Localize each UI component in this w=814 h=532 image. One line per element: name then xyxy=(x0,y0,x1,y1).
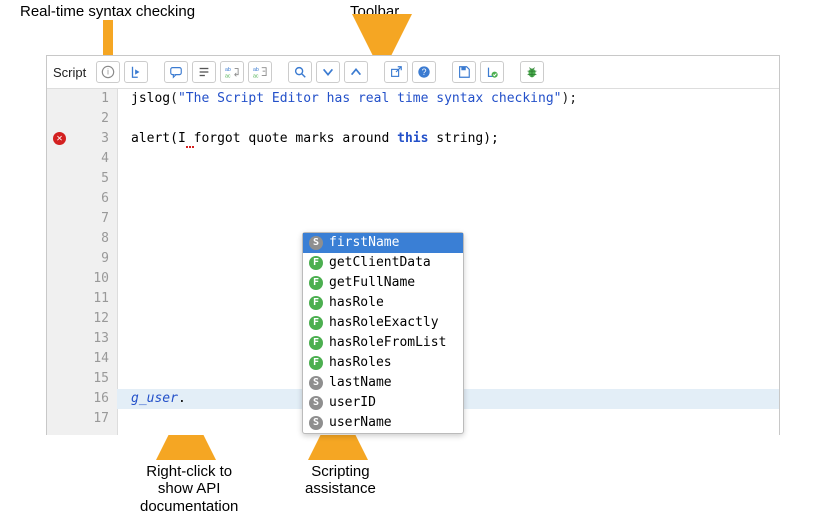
editor-toolbar: Script iabacabac? xyxy=(47,56,779,89)
code-line[interactable]: alert(I forgot quote marks around this s… xyxy=(117,129,779,149)
string-type-icon: S xyxy=(309,376,323,390)
annotation-api-doc: Right-click to show API documentation xyxy=(140,463,238,515)
autocomplete-label: hasRoleExactly xyxy=(329,313,439,333)
gutter-line: 13 xyxy=(47,329,117,349)
svg-text:ab: ab xyxy=(225,67,231,73)
gutter-line: 15 xyxy=(47,369,117,389)
autocomplete-label: getFullName xyxy=(329,273,415,293)
function-type-icon: F xyxy=(309,256,323,270)
validate-icon[interactable] xyxy=(480,61,504,83)
search-icon[interactable] xyxy=(288,61,312,83)
autocomplete-label: getClientData xyxy=(329,253,431,273)
autocomplete-item[interactable]: FhasRoles xyxy=(303,353,463,373)
function-type-icon: F xyxy=(309,276,323,290)
macro-icon[interactable] xyxy=(124,61,148,83)
gutter-line: 4 xyxy=(47,149,117,169)
svg-text:ac: ac xyxy=(225,73,231,79)
replace-all-icon[interactable]: abac xyxy=(248,61,272,83)
autocomplete-item[interactable]: SfirstName xyxy=(303,233,463,253)
popout-icon[interactable] xyxy=(384,61,408,83)
svg-text:ab: ab xyxy=(253,67,259,73)
svg-text:ac: ac xyxy=(253,73,259,79)
function-type-icon: F xyxy=(309,316,323,330)
comment-icon[interactable] xyxy=(164,61,188,83)
autocomplete-item[interactable]: SlastName xyxy=(303,373,463,393)
string-type-icon: S xyxy=(309,416,323,430)
replace-icon[interactable]: abac xyxy=(220,61,244,83)
chevron-up-icon[interactable] xyxy=(344,61,368,83)
code-line[interactable] xyxy=(117,109,779,129)
question-icon[interactable]: ? xyxy=(412,61,436,83)
gutter-line: 3✕ xyxy=(47,129,117,149)
autocomplete-item[interactable]: FgetClientData xyxy=(303,253,463,273)
function-type-icon: F xyxy=(309,356,323,370)
gutter-line: 12 xyxy=(47,309,117,329)
autocomplete-item[interactable]: FhasRole xyxy=(303,293,463,313)
autocomplete-label: firstName xyxy=(329,233,399,253)
code-line[interactable] xyxy=(117,169,779,189)
gutter-line: 8 xyxy=(47,229,117,249)
chevron-down-icon[interactable] xyxy=(316,61,340,83)
autocomplete-label: userName xyxy=(329,413,392,433)
autocomplete-item[interactable]: SuserID xyxy=(303,393,463,413)
gutter-line: 9 xyxy=(47,249,117,269)
autocomplete-popup[interactable]: SfirstNameFgetClientDataFgetFullNameFhas… xyxy=(302,232,464,434)
autocomplete-label: lastName xyxy=(329,373,392,393)
debug-icon[interactable] xyxy=(520,61,544,83)
string-type-icon: S xyxy=(309,396,323,410)
gutter-line: 2 xyxy=(47,109,117,129)
autocomplete-item[interactable]: FhasRoleFromList xyxy=(303,333,463,353)
annotation-toolbar: Toolbar xyxy=(350,3,399,20)
autocomplete-label: hasRoleFromList xyxy=(329,333,446,353)
string-type-icon: S xyxy=(309,236,323,250)
arrow-toolbar xyxy=(370,20,394,58)
gutter-line: 1 xyxy=(47,89,117,109)
code-line[interactable] xyxy=(117,189,779,209)
autocomplete-item[interactable]: FgetFullName xyxy=(303,273,463,293)
autocomplete-item[interactable]: FhasRoleExactly xyxy=(303,313,463,333)
autocomplete-item[interactable]: SuserName xyxy=(303,413,463,433)
svg-text:i: i xyxy=(107,68,109,77)
code-line[interactable] xyxy=(117,149,779,169)
autocomplete-label: userID xyxy=(329,393,376,413)
function-type-icon: F xyxy=(309,296,323,310)
gutter-line: 10 xyxy=(47,269,117,289)
code-line[interactable] xyxy=(117,209,779,229)
gutter-line: 14 xyxy=(47,349,117,369)
gutter-line: 6 xyxy=(47,189,117,209)
editor-label: Script xyxy=(53,65,86,80)
gutter-line: 17 xyxy=(47,409,117,429)
annotation-syntax-check: Real-time syntax checking xyxy=(20,3,195,20)
error-icon: ✕ xyxy=(53,132,66,145)
gutter-line: 11 xyxy=(47,289,117,309)
gutter-line: 5 xyxy=(47,169,117,189)
function-type-icon: F xyxy=(309,336,323,350)
format-icon[interactable] xyxy=(192,61,216,83)
autocomplete-label: hasRoles xyxy=(329,353,392,373)
gutter-line: 16 xyxy=(47,389,117,409)
gutter-line: 7 xyxy=(47,209,117,229)
autocomplete-label: hasRole xyxy=(329,293,384,313)
annotation-scripting: Scripting assistance xyxy=(305,463,376,498)
code-line[interactable]: jslog("The Script Editor has real time s… xyxy=(117,89,779,109)
gutter: 123✕4567891011121314151617 xyxy=(47,89,118,435)
save-icon[interactable] xyxy=(452,61,476,83)
svg-text:?: ? xyxy=(422,67,427,77)
help-circle-icon[interactable]: i xyxy=(96,61,120,83)
